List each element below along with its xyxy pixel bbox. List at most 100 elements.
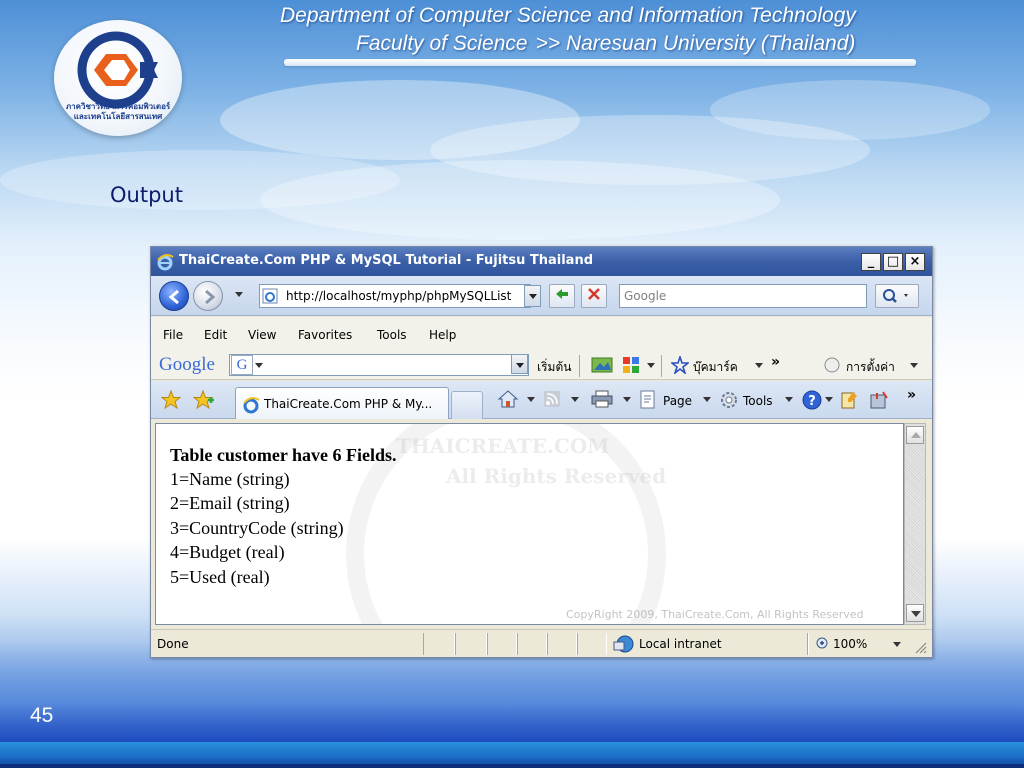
print-dropdown-icon[interactable] bbox=[623, 397, 631, 402]
zoom-icon[interactable] bbox=[815, 636, 831, 652]
address-dropdown-button[interactable] bbox=[524, 285, 541, 307]
google-g-dropdown-icon[interactable] bbox=[255, 363, 263, 368]
tools-gear-icon[interactable] bbox=[719, 390, 739, 410]
department-name: Department of Computer Science and Infor… bbox=[280, 4, 856, 27]
status-cell bbox=[455, 633, 487, 655]
zoom-level[interactable]: 100% bbox=[833, 637, 867, 651]
menu-view[interactable]: View bbox=[248, 328, 276, 342]
field-item: 4=Budget (real) bbox=[170, 542, 285, 562]
stop-button[interactable] bbox=[581, 284, 607, 308]
logo-text-line2: และเทคโนโลยีสารสนเทศ bbox=[73, 112, 163, 121]
minimize-button[interactable]: _ bbox=[861, 253, 881, 271]
scroll-up-button[interactable] bbox=[906, 426, 924, 444]
page-heading: Table customer have 6 Fields. bbox=[170, 445, 397, 465]
refresh-button[interactable] bbox=[549, 284, 575, 308]
menu-tools[interactable]: Tools bbox=[377, 328, 407, 342]
google-search-input[interactable] bbox=[229, 354, 529, 376]
bookmark-star-icon[interactable] bbox=[671, 356, 689, 374]
slide-heading: Output bbox=[110, 183, 183, 207]
menu-favorites[interactable]: Favorites bbox=[298, 328, 352, 342]
tab-ie-icon bbox=[243, 397, 260, 414]
page-menu-icon[interactable] bbox=[639, 390, 657, 410]
google-toolbar: Google G เริ่มต้น บุ๊คมาร์ค » การตั้งค่า bbox=[151, 350, 932, 380]
watermark-title: THAICREATE.COM bbox=[396, 434, 610, 458]
address-bar-row: http://localhost/myphp/phpMySQLList Goog… bbox=[151, 276, 932, 316]
faculty-line: Faculty of Science >> Naresuan University… bbox=[356, 32, 855, 56]
back-button[interactable] bbox=[159, 281, 189, 311]
field-item: 2=Email (string) bbox=[170, 493, 290, 513]
tools-menu-button[interactable]: Tools bbox=[743, 394, 773, 408]
address-input[interactable]: http://localhost/myphp/phpMySQLList bbox=[259, 284, 531, 308]
feeds-dropdown-icon[interactable] bbox=[571, 397, 579, 402]
print-icon[interactable] bbox=[591, 390, 613, 408]
status-cell bbox=[577, 633, 607, 655]
refresh-icon bbox=[556, 289, 568, 299]
status-cell bbox=[423, 633, 455, 655]
search-input[interactable]: Google bbox=[619, 284, 867, 308]
scroll-down-button[interactable] bbox=[906, 604, 924, 622]
toolbar-separator-2 bbox=[661, 355, 662, 377]
logo-text-line1: ภาควิชาวิทยาการคอมพิวเตอร์ bbox=[65, 102, 171, 111]
settings-radio-icon[interactable] bbox=[823, 356, 841, 374]
blog-icon[interactable] bbox=[869, 390, 891, 410]
menu-edit[interactable]: Edit bbox=[204, 328, 227, 342]
feeds-icon[interactable] bbox=[543, 390, 561, 408]
google-apps-icon[interactable] bbox=[621, 355, 641, 375]
svg-text:?: ? bbox=[808, 394, 816, 409]
local-intranet-icon bbox=[613, 635, 634, 653]
slide-page-number: 45 bbox=[30, 704, 54, 727]
history-dropdown-icon[interactable] bbox=[235, 292, 243, 297]
browser-window: ThaiCreate.Com PHP & MySQL Tutorial - Fu… bbox=[150, 246, 933, 658]
google-settings-button[interactable]: การตั้งค่า bbox=[846, 358, 895, 377]
google-logo-text: Google bbox=[159, 354, 215, 375]
add-favorites-icon[interactable] bbox=[193, 390, 215, 410]
copyright-watermark: CopyRight 2009, ThaiCreate.Com, All Righ… bbox=[566, 608, 864, 621]
page-icon bbox=[262, 288, 278, 304]
google-bookmarks-button[interactable]: บุ๊คมาร์ค bbox=[693, 358, 738, 377]
field-item: 1=Name (string) bbox=[170, 469, 290, 489]
page-menu-dropdown-icon[interactable] bbox=[703, 397, 711, 402]
page-menu-button[interactable]: Page bbox=[663, 394, 692, 408]
bookmarks-dropdown-icon[interactable] bbox=[755, 363, 763, 368]
tools-dropdown-icon[interactable] bbox=[785, 397, 793, 402]
resize-grip-icon[interactable] bbox=[913, 640, 927, 654]
home-dropdown-icon[interactable] bbox=[527, 397, 535, 402]
faculty-name: Faculty of Science bbox=[356, 32, 528, 55]
header-rule bbox=[284, 59, 916, 66]
menu-file[interactable]: File bbox=[163, 328, 183, 342]
ie-logo-icon bbox=[157, 254, 174, 271]
field-item: 5=Used (real) bbox=[170, 567, 270, 587]
zoom-dropdown-icon[interactable] bbox=[893, 642, 901, 647]
google-search-dropdown[interactable] bbox=[511, 354, 528, 374]
tab-bar: ThaiCreate.Com PHP & My... Page Tools ? … bbox=[151, 381, 932, 419]
google-g-button[interactable]: G bbox=[231, 355, 253, 375]
home-icon[interactable] bbox=[497, 389, 519, 409]
menu-help[interactable]: Help bbox=[429, 328, 456, 342]
new-tab-button[interactable] bbox=[451, 391, 483, 419]
google-more-chevron[interactable]: » bbox=[771, 354, 780, 370]
status-cell bbox=[517, 633, 547, 655]
research-icon[interactable] bbox=[839, 390, 859, 410]
favorites-star-icon[interactable] bbox=[161, 390, 181, 410]
settings-dropdown-icon[interactable] bbox=[910, 363, 918, 368]
search-button[interactable] bbox=[875, 284, 919, 308]
close-button[interactable]: × bbox=[905, 253, 925, 271]
maximize-button[interactable]: □ bbox=[883, 253, 903, 271]
browser-tab[interactable]: ThaiCreate.Com PHP & My... bbox=[235, 387, 449, 419]
google-start-button[interactable]: เริ่มต้น bbox=[537, 358, 571, 377]
command-more-chevron[interactable]: » bbox=[907, 387, 916, 403]
title-bar: ThaiCreate.Com PHP & MySQL Tutorial - Fu… bbox=[151, 247, 932, 276]
forward-button[interactable] bbox=[193, 281, 223, 311]
news-icon[interactable] bbox=[591, 356, 613, 374]
help-dropdown-icon[interactable] bbox=[825, 397, 833, 402]
status-divider bbox=[807, 633, 809, 655]
vertical-scrollbar[interactable] bbox=[904, 423, 926, 625]
status-text: Done bbox=[157, 637, 189, 651]
window-title: ThaiCreate.Com PHP & MySQL Tutorial - Fu… bbox=[179, 253, 594, 268]
forward-arrow-icon bbox=[205, 289, 216, 305]
magnifier-icon bbox=[883, 289, 908, 303]
tab-title: ThaiCreate.Com PHP & My... bbox=[264, 397, 433, 411]
status-cell bbox=[547, 633, 577, 655]
help-icon[interactable]: ? bbox=[801, 389, 823, 411]
google-apps-dropdown-icon[interactable] bbox=[647, 363, 655, 368]
